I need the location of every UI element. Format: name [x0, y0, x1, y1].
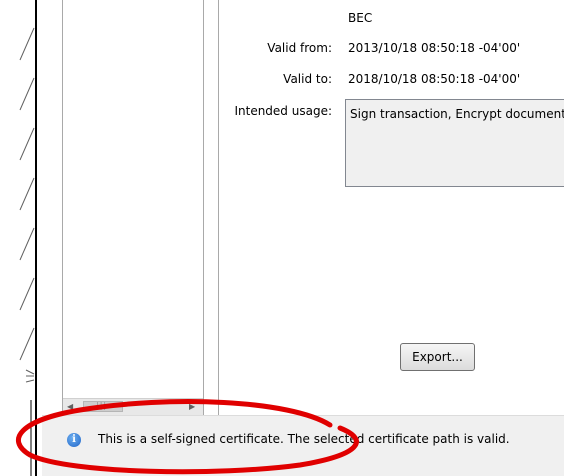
scrollbar-thumb[interactable]: |||	[83, 401, 123, 412]
status-message: This is a self-signed certificate. The s…	[98, 432, 510, 446]
intended-usage-label: Intended usage:	[234, 104, 332, 118]
issuer-value: BEC	[348, 11, 373, 25]
certificate-details-panel	[218, 0, 564, 415]
export-button[interactable]: Export...	[400, 343, 475, 371]
left-edge-hatching	[0, 0, 42, 476]
certificate-tree-panel[interactable]	[62, 0, 204, 415]
intended-usage-textbox[interactable]: Sign transaction, Encrypt document	[345, 99, 564, 187]
valid-to-label: Valid to:	[283, 72, 332, 86]
intended-usage-value: Sign transaction, Encrypt document	[350, 107, 564, 121]
valid-to-value: 2018/10/18 08:50:18 -04'00'	[348, 72, 521, 86]
scroll-right-arrow-icon[interactable]: ▶	[189, 402, 195, 411]
valid-from-label: Valid from:	[267, 41, 332, 55]
grip-icon: |||	[96, 401, 108, 410]
scroll-left-arrow-icon[interactable]: ◀	[67, 402, 73, 411]
valid-from-value: 2013/10/18 08:50:18 -04'00'	[348, 41, 521, 55]
info-icon: i	[67, 433, 81, 447]
tree-horizontal-scrollbar[interactable]: ◀ ||| ▶	[63, 398, 203, 415]
